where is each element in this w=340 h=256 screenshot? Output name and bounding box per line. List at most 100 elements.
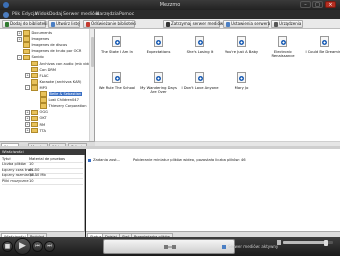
status-time: Zadania zost... xyxy=(93,158,121,162)
stop-media-server-button[interactable]: Zatrzymaj serwer mediów xyxy=(163,20,223,28)
folder-icon xyxy=(23,42,30,48)
folder-icon xyxy=(31,60,38,67)
expander-icon[interactable]: + xyxy=(25,109,30,115)
add-icon xyxy=(4,22,9,27)
library-tree[interactable]: + Documents + Imagenes Imagenes de discos Ima… xyxy=(0,29,95,141)
refresh-library-button[interactable]: Odświeżanie biblioteki xyxy=(83,20,136,28)
media-item[interactable]: Expectations xyxy=(138,33,180,63)
tree-item[interactable]: Archivos con audio (mb vido xyxy=(25,60,91,67)
previous-button[interactable]: ⏮ xyxy=(32,241,43,252)
folder-icon xyxy=(31,72,38,79)
expander-icon[interactable]: + xyxy=(17,36,22,42)
expander-icon[interactable]: + xyxy=(25,128,30,134)
folder-icon xyxy=(40,97,47,103)
next-button[interactable]: ⏭ xyxy=(44,241,55,252)
tree-item[interactable]: + OGG xyxy=(25,109,48,116)
tree-item[interactable]: Imagenes de kruto por OCR xyxy=(17,48,81,55)
play-button[interactable]: ▶ xyxy=(14,238,31,255)
tree-scrollbar-thumb[interactable] xyxy=(90,37,94,67)
tree-item[interactable]: - MP3 xyxy=(25,85,47,91)
volume-knob[interactable] xyxy=(323,239,328,246)
connection-icon xyxy=(164,245,176,249)
refresh-icon xyxy=(85,22,90,27)
folder-icon xyxy=(31,127,38,134)
tree-item[interactable]: + FLAC xyxy=(25,72,49,79)
expander-icon[interactable]: + xyxy=(17,30,22,36)
server-settings-button[interactable]: Ustawienia serwera xyxy=(223,20,270,28)
expander-icon[interactable]: - xyxy=(17,54,22,60)
tree-item-label: Imagenes de discos xyxy=(31,43,68,48)
devices-button[interactable]: Urządzenia xyxy=(271,20,303,28)
tree-item[interactable]: + TTA xyxy=(25,127,46,134)
volume-slider[interactable] xyxy=(283,239,333,246)
media-item[interactable]: My Wandering Days Are Over xyxy=(138,69,180,99)
window-title: Mezzmo xyxy=(159,1,181,8)
music-file-icon xyxy=(236,36,246,47)
tree-item[interactable]: + RM xyxy=(25,121,45,128)
close-button[interactable]: × xyxy=(325,1,336,8)
folder-icon xyxy=(31,121,38,128)
tree-scrollbar[interactable] xyxy=(89,29,94,141)
maximize-button[interactable]: □ xyxy=(312,1,323,8)
folder-icon xyxy=(40,103,47,109)
tree-item-label: Belle & Sebastian xyxy=(48,92,83,96)
expander-icon[interactable]: - xyxy=(25,85,30,91)
tree-item[interactable]: + OKT xyxy=(25,115,47,122)
music-file-icon xyxy=(153,72,163,83)
folder-icon xyxy=(23,30,30,36)
tree-item[interactable]: Lost Children047 xyxy=(34,97,79,103)
media-item[interactable]: Mary Jo xyxy=(221,69,263,99)
folder-icon xyxy=(31,66,38,73)
media-item[interactable]: I Don't Love Anyone xyxy=(179,69,221,99)
tree-item-label: Imagenes xyxy=(31,37,50,42)
properties-panel: Właściwości Tytuł Material de pruebas Licz… xyxy=(0,149,85,237)
menu-bar: Plik Edycja Widok Dodaj Serwer mediów Na… xyxy=(0,10,340,19)
media-item-title: I Could Be Dreaming xyxy=(305,50,340,54)
menu-add[interactable]: Dodaj xyxy=(49,12,62,17)
tree-item[interactable]: Imagenes de discos xyxy=(17,42,67,48)
media-item[interactable]: Electronic Renaissance xyxy=(262,33,304,63)
folder-icon xyxy=(31,85,38,91)
now-playing-area[interactable] xyxy=(103,239,235,254)
server-icon xyxy=(222,245,226,249)
media-item[interactable]: I Could Be Dreaming xyxy=(304,33,340,63)
add-to-library-button[interactable]: Dodaj do biblioteki xyxy=(2,20,47,28)
media-item[interactable]: We Rule The School xyxy=(96,69,138,99)
properties-header: Właściwości xyxy=(0,149,85,155)
tree-item[interactable]: Karaoke (archivos KAR) xyxy=(25,79,81,85)
menu-file[interactable]: Plik xyxy=(12,12,20,17)
media-item[interactable]: The State I Am In xyxy=(96,33,138,63)
property-key: Pliki muzyczne xyxy=(2,178,29,183)
tree-item-label: Documents xyxy=(31,31,53,35)
media-item-title: She's Losing It xyxy=(186,50,214,54)
list-icon xyxy=(50,22,55,27)
media-item-title: The State I Am In xyxy=(101,50,133,54)
property-value: 10 xyxy=(29,178,34,183)
expander-icon[interactable]: + xyxy=(25,73,30,79)
stop-icon xyxy=(165,22,170,27)
create-list-button[interactable]: Utwórz listę xyxy=(48,20,80,28)
server-status: Serwer mediów: aktywny xyxy=(222,244,278,249)
app-menu-icon[interactable] xyxy=(3,11,9,18)
minimize-button[interactable]: – xyxy=(300,1,311,8)
tree-item-label: FLAC xyxy=(39,73,49,78)
expander-icon[interactable]: + xyxy=(25,115,30,121)
menu-media-server[interactable]: Serwer mediów xyxy=(63,12,99,17)
music-file-icon xyxy=(153,36,163,47)
stop-playback-button[interactable]: ■ xyxy=(2,241,13,252)
status-message: Pobieranie miniatur plików wideo, pozost… xyxy=(133,158,246,162)
media-item[interactable]: You're Just A Baby xyxy=(221,33,263,63)
tree-item[interactable]: Belle & Sebastian xyxy=(34,91,83,97)
tree-item[interactable]: Thievery Corporation xyxy=(34,103,87,109)
media-item-title: You're Just A Baby xyxy=(224,50,259,54)
expander-icon[interactable]: + xyxy=(25,122,30,127)
menu-tools[interactable]: Narzędzia xyxy=(96,12,119,17)
tree-item[interactable]: + Documents xyxy=(17,30,52,36)
tree-item[interactable]: + Imagenes xyxy=(17,36,49,42)
media-item[interactable]: She's Losing It xyxy=(179,33,221,63)
status-row[interactable]: Zadania zost... Pobieranie miniatur plik… xyxy=(86,157,340,163)
tree-item[interactable]: - Sonido xyxy=(17,54,44,61)
menu-view[interactable]: Widok xyxy=(35,12,49,17)
tree-item[interactable]: Con DRM xyxy=(25,66,56,73)
menu-help[interactable]: Pomoc xyxy=(119,12,134,17)
